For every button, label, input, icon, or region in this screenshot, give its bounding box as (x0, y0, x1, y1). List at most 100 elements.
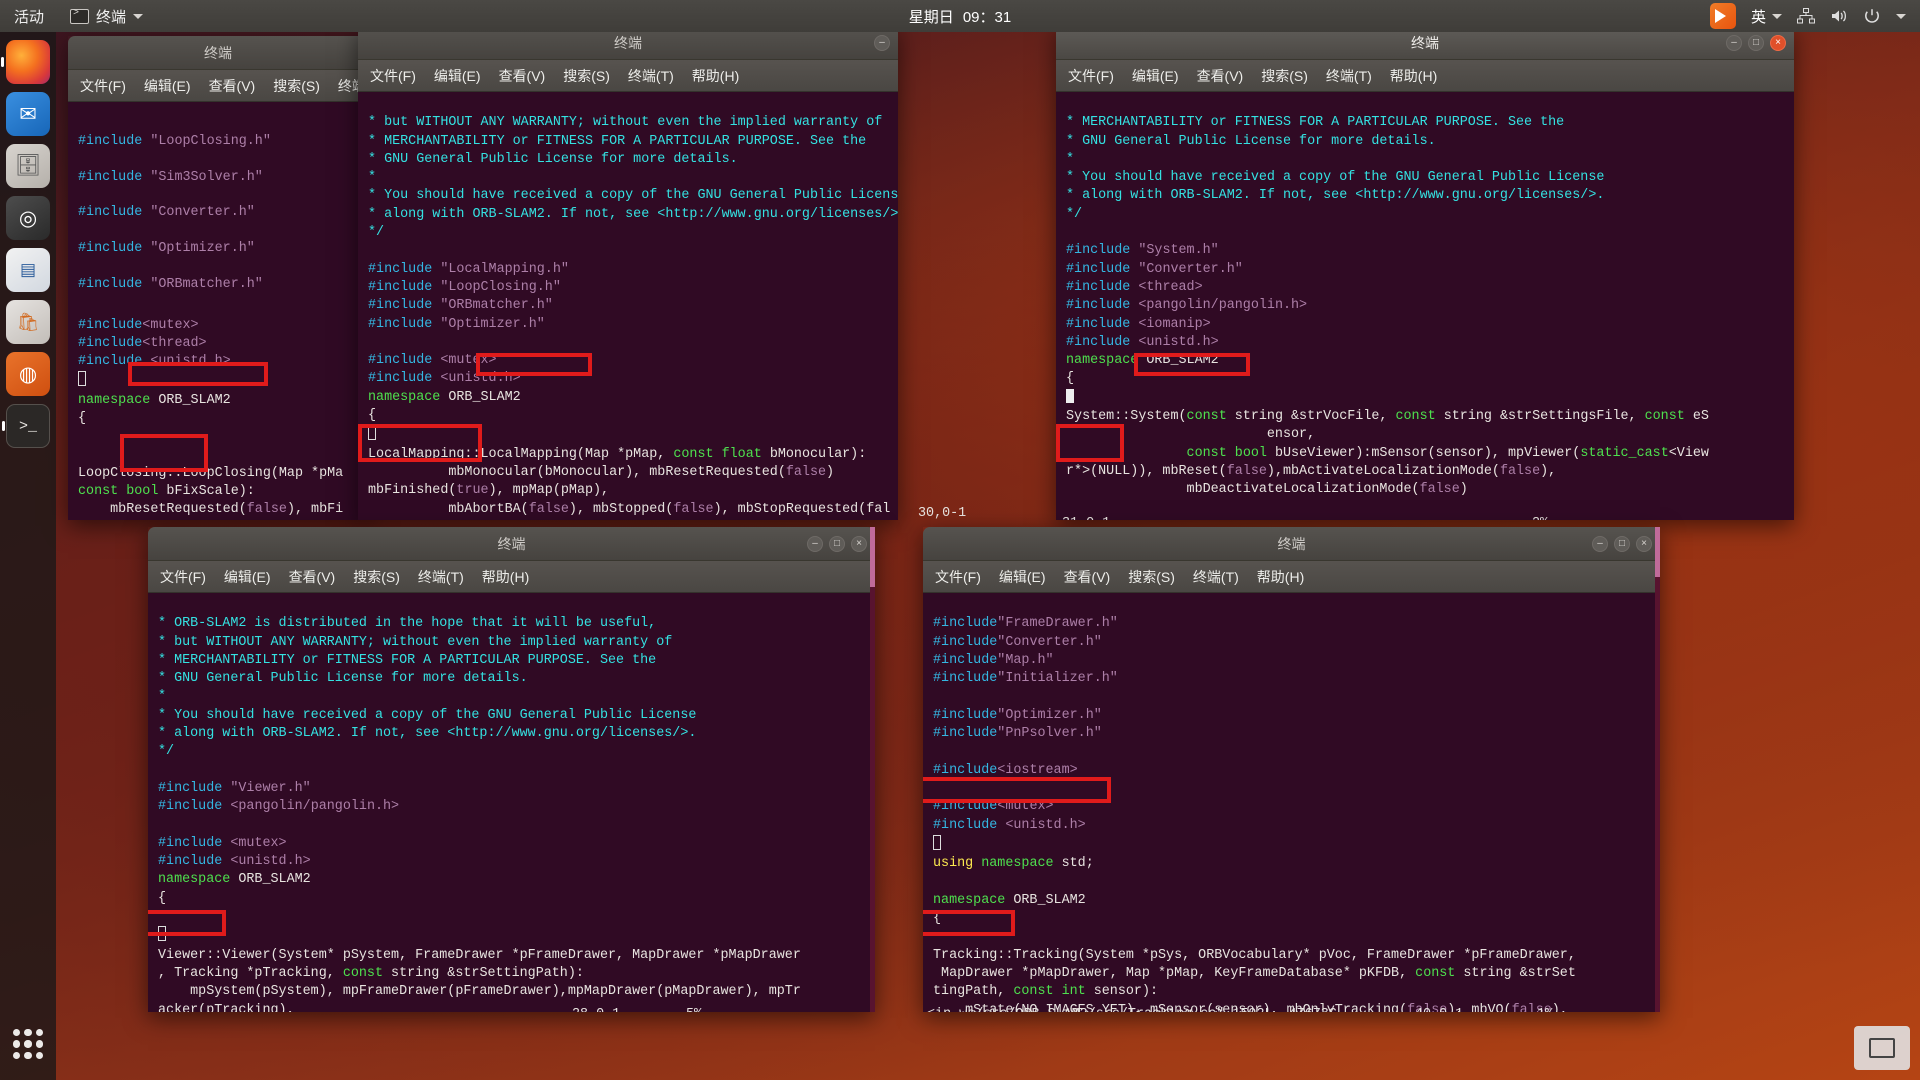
menu-help[interactable]: 帮助(H) (482, 567, 529, 587)
network-icon[interactable] (1797, 8, 1815, 24)
scrollbar-thumb[interactable] (870, 527, 875, 587)
grid-dot (13, 1051, 21, 1059)
desktop-mini-tile[interactable] (1854, 1026, 1910, 1070)
window-title: 终端 (204, 44, 232, 61)
terminal-window-viewer[interactable]: 终端 – □ × 文件(F) 编辑(E) 查看(V) 搜索(S) 终端(T) 帮… (148, 527, 875, 1012)
menu-file[interactable]: 文件(F) (370, 66, 416, 86)
menu-view[interactable]: 查看(V) (499, 66, 546, 86)
menu-edit[interactable]: 编辑(E) (434, 66, 481, 86)
window-titlebar[interactable]: 终端 – □ × (923, 527, 1660, 561)
menu-terminal[interactable]: 终端(T) (1326, 66, 1372, 86)
grid-dot (35, 1051, 43, 1059)
envelope-icon: ✉ (19, 102, 37, 126)
grid-dot (24, 1051, 32, 1059)
menu-file[interactable]: 文件(F) (1068, 66, 1114, 86)
window-titlebar[interactable]: 终端 – □ × (148, 527, 875, 561)
terminal-scrollbar[interactable] (1655, 527, 1660, 1012)
menu-file[interactable]: 文件(F) (160, 567, 206, 587)
terminal-output[interactable]: #include"FrameDrawer.h" #include"Convert… (923, 593, 1660, 1012)
launcher-dock: ✉ 🗄 ◎ ▤ 🛍 ◍ (0, 32, 56, 1080)
menu-search[interactable]: 搜索(S) (353, 567, 400, 587)
show-applications-button[interactable] (6, 1022, 50, 1066)
menu-edit[interactable]: 编辑(E) (224, 567, 271, 587)
terminal-window-localmapping[interactable]: 终端 – 文件(F) 编辑(E) 查看(V) 搜索(S) 终端(T) 帮助(H)… (358, 26, 898, 520)
window-title: 终端 (614, 34, 642, 51)
menu-edit[interactable]: 编辑(E) (1132, 66, 1179, 86)
dock-item-help[interactable]: ◍ (6, 352, 50, 396)
maximize-button[interactable]: □ (1614, 536, 1630, 552)
menu-terminal[interactable]: 终端(T) (1193, 567, 1239, 587)
window-preview-icon (1869, 1038, 1895, 1058)
ime-label: 英 (1750, 8, 1766, 26)
menu-help[interactable]: 帮助(H) (1390, 66, 1437, 86)
minimize-button[interactable]: – (807, 536, 823, 552)
status-percent: 1% (1537, 1007, 1553, 1012)
menu-terminal[interactable]: 终端(T) (628, 66, 674, 86)
terminal-cursor (78, 371, 86, 387)
terminal-window-tracking[interactable]: 终端 – □ × 文件(F) 编辑(E) 查看(V) 搜索(S) 终端(T) 帮… (923, 527, 1660, 1012)
menu-file[interactable]: 文件(F) (935, 567, 981, 587)
dock-item-rhythmbox[interactable]: ◎ (6, 196, 50, 240)
scrollbar-thumb[interactable] (1655, 527, 1660, 577)
close-button[interactable]: × (851, 536, 867, 552)
status-position: 40,0-1 (1415, 1007, 1463, 1012)
menu-view[interactable]: 查看(V) (209, 76, 256, 96)
minimize-button[interactable]: – (1592, 536, 1608, 552)
terminal-output[interactable]: * ORB-SLAM2 is distributed in the hope t… (148, 593, 875, 1012)
grid-dot (24, 1040, 32, 1048)
app-menu-label: 终端 (96, 8, 127, 26)
terminal-output[interactable]: * MERCHANTABILITY or FITNESS FOR A PARTI… (1056, 92, 1794, 520)
menu-view[interactable]: 查看(V) (1064, 567, 1111, 587)
chevron-down-icon (1772, 13, 1782, 19)
window-titlebar[interactable]: 终端 (68, 36, 368, 70)
ime-indicator[interactable]: 英 (1751, 6, 1782, 27)
close-button[interactable]: × (1770, 35, 1786, 51)
menu-file[interactable]: 文件(F) (80, 76, 126, 96)
menu-search[interactable]: 搜索(S) (1128, 567, 1175, 587)
menu-view[interactable]: 查看(V) (1197, 66, 1244, 86)
maximize-button[interactable]: □ (1748, 35, 1764, 51)
dock-item-software[interactable]: 🛍 (6, 300, 50, 344)
menu-bar: 文件(F) 编辑(E) 查看(V) 搜索(S) 终端(T) (68, 70, 368, 102)
terminal-cursor (933, 834, 941, 850)
dock-item-writer[interactable]: ▤ (6, 248, 50, 292)
tray-app-orange-icon[interactable] (1709, 3, 1736, 29)
menu-bar: 文件(F) 编辑(E) 查看(V) 搜索(S) 终端(T) 帮助(H) (148, 561, 875, 593)
close-button[interactable]: × (1636, 536, 1652, 552)
dock-item-thunderbird[interactable]: ✉ (6, 92, 50, 136)
window-buttons: – □ × (1592, 527, 1652, 561)
terminal-output[interactable]: #include "LoopClosing.h" #include "Sim3S… (68, 102, 368, 520)
activities-button[interactable]: 活动 (14, 6, 44, 27)
volume-icon[interactable] (1830, 8, 1848, 24)
window-title: 终端 (497, 535, 526, 552)
terminal-window-loopclosing[interactable]: 终端 文件(F) 编辑(E) 查看(V) 搜索(S) 终端(T) #includ… (68, 36, 368, 520)
terminal-scrollbar[interactable] (870, 527, 875, 1012)
file-cabinet-icon: 🗄 (14, 154, 42, 177)
clock[interactable]: 星期日 09：31 (909, 6, 1011, 27)
minimize-button[interactable]: – (1726, 35, 1742, 51)
menu-terminal[interactable]: 终端(T) (418, 567, 464, 587)
lifebuoy-icon: ◍ (18, 362, 38, 386)
menu-edit[interactable]: 编辑(E) (999, 567, 1046, 587)
dock-item-firefox[interactable] (6, 40, 50, 84)
menu-view[interactable]: 查看(V) (289, 567, 336, 587)
menu-search[interactable]: 搜索(S) (1261, 66, 1308, 86)
chevron-down-icon[interactable] (1896, 13, 1906, 19)
dock-item-files[interactable]: 🗄 (6, 144, 50, 188)
menu-help[interactable]: 帮助(H) (692, 66, 739, 86)
document-icon: ▤ (19, 260, 37, 279)
minimize-button[interactable]: – (874, 35, 890, 51)
power-icon[interactable] (1863, 8, 1881, 25)
menu-search[interactable]: 搜索(S) (563, 66, 610, 86)
menu-search[interactable]: 搜索(S) (273, 76, 320, 96)
maximize-button[interactable]: □ (829, 536, 845, 552)
menu-edit[interactable]: 编辑(E) (144, 76, 191, 96)
dock-item-terminal[interactable] (6, 404, 50, 448)
app-menu-terminal[interactable]: 终端 (70, 6, 144, 27)
music-note-icon: ◎ (18, 206, 38, 230)
menu-bar: 文件(F) 编辑(E) 查看(V) 搜索(S) 终端(T) 帮助(H) (1056, 60, 1794, 92)
menu-help[interactable]: 帮助(H) (1257, 567, 1304, 587)
terminal-window-system[interactable]: 终端 – □ × 文件(F) 编辑(E) 查看(V) 搜索(S) 终端(T) 帮… (1056, 26, 1794, 520)
status-position: 28,0-1 (572, 1007, 620, 1012)
terminal-output[interactable]: * but WITHOUT ANY WARRANTY; without even… (358, 92, 898, 520)
